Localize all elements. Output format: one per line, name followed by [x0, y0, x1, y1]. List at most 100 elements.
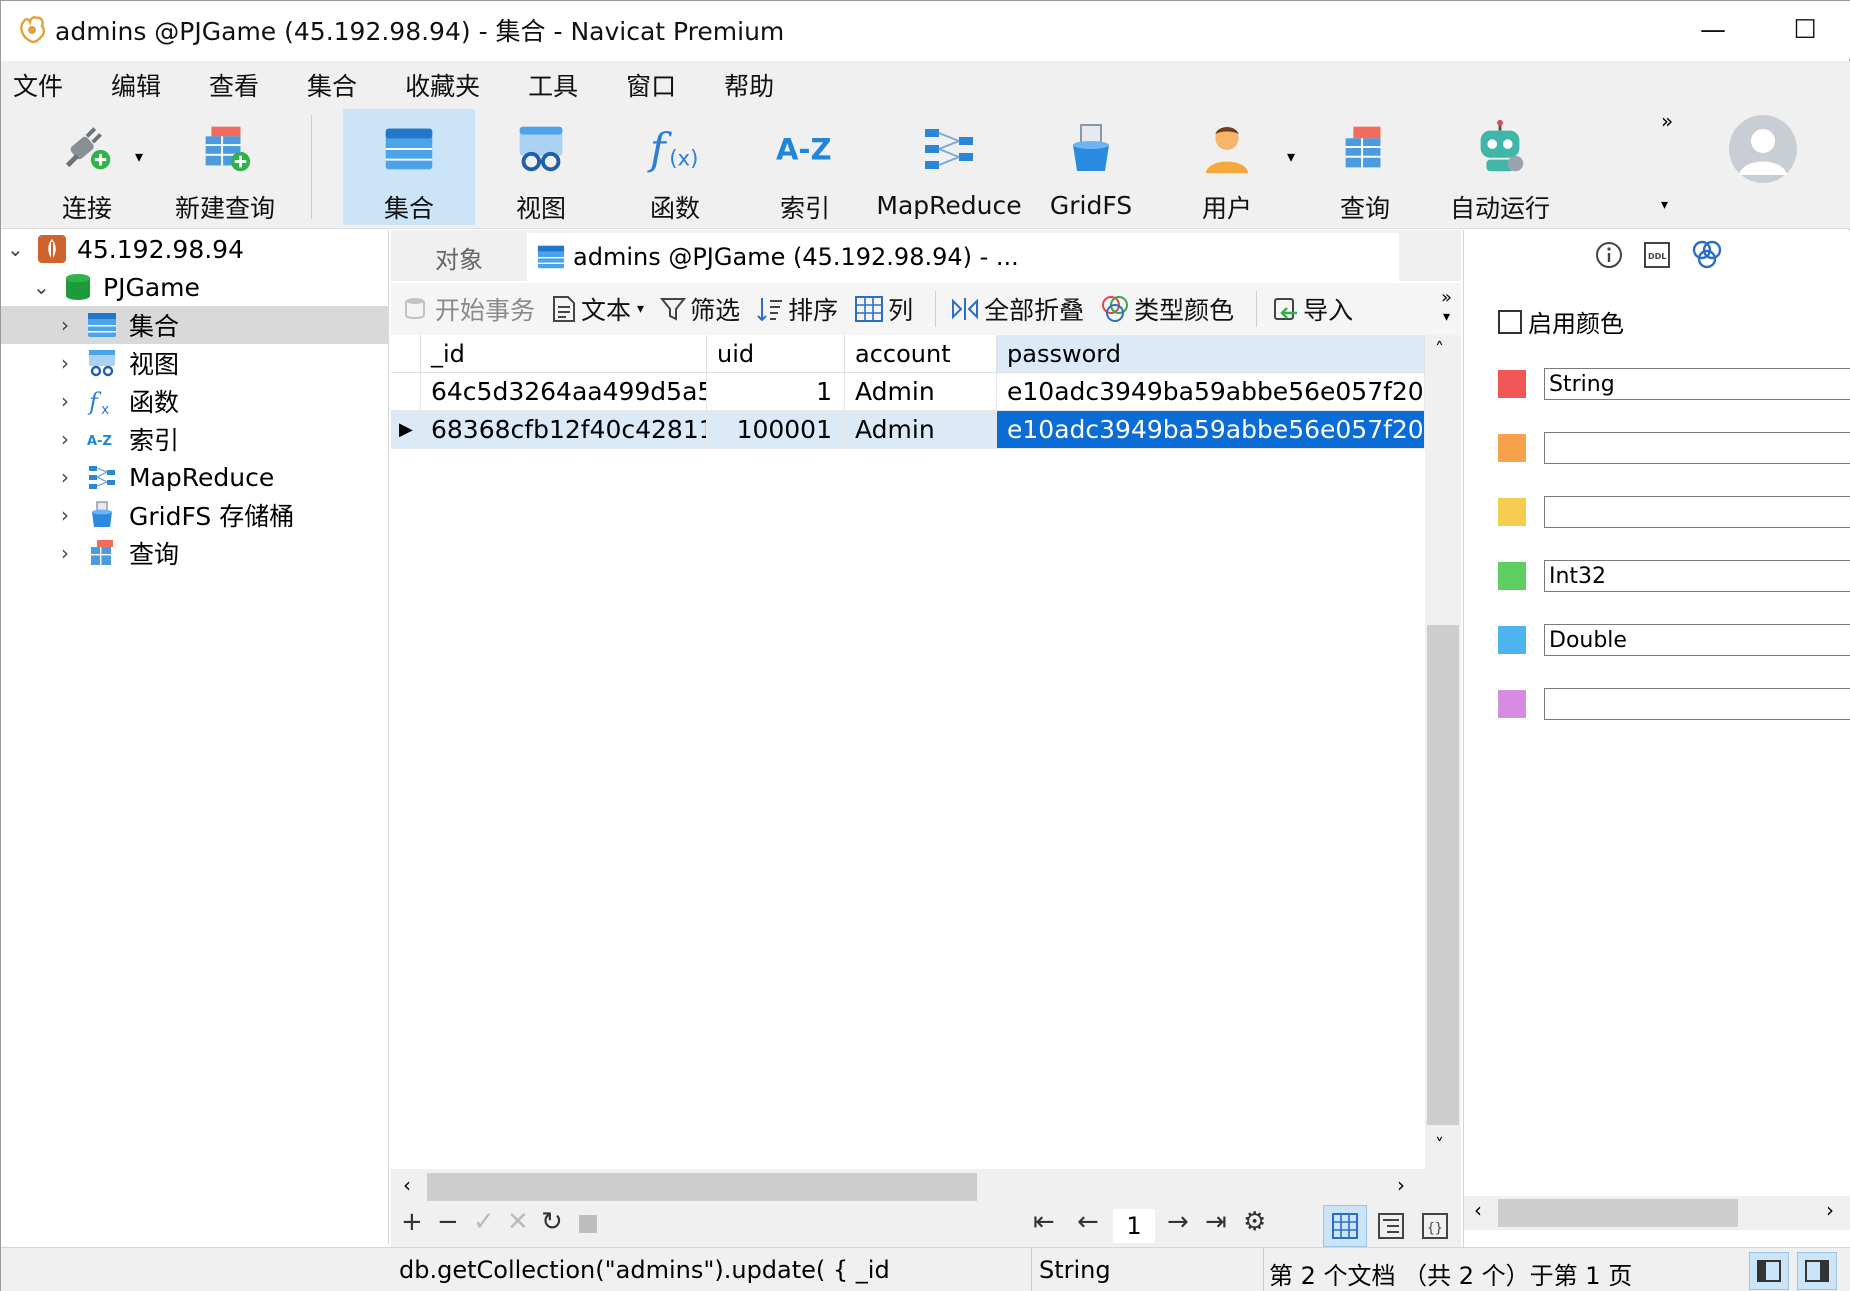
- chevron-right-icon[interactable]: ›: [61, 541, 69, 565]
- discard-changes-icon[interactable]: ✕: [507, 1207, 529, 1237]
- scroll-right-icon[interactable]: ›: [1397, 1173, 1405, 1197]
- chevron-down-icon[interactable]: ▾: [637, 301, 644, 317]
- toggle-right-pane-button[interactable]: [1797, 1252, 1837, 1290]
- scroll-up-icon[interactable]: ˄: [1435, 339, 1444, 360]
- menu-window[interactable]: 窗口: [626, 67, 676, 103]
- import-button[interactable]: 导入: [1271, 291, 1353, 327]
- horizontal-scrollbar[interactable]: ‹ ›: [1464, 1196, 1850, 1230]
- scroll-thumb[interactable]: [1498, 1199, 1738, 1227]
- table-cell[interactable]: Admin: [845, 411, 997, 449]
- stop-icon[interactable]: [579, 1215, 597, 1233]
- table-cell[interactable]: 100001: [707, 411, 845, 449]
- scroll-left-icon[interactable]: ‹: [1474, 1198, 1482, 1222]
- page-number-field[interactable]: 1: [1113, 1209, 1155, 1243]
- tab-admins-collection[interactable]: admins @PJGame (45.192.98.94) - ...: [527, 233, 1399, 281]
- grid-view-button[interactable]: [1323, 1205, 1367, 1247]
- toolbar-overflow-icon[interactable]: »: [1441, 287, 1452, 308]
- tree-item-collections[interactable]: › 集合: [1, 306, 389, 344]
- chevron-right-icon[interactable]: ›: [61, 427, 69, 451]
- menu-favorites[interactable]: 收藏夹: [405, 67, 480, 103]
- connect-dropdown-icon[interactable]: ▾: [135, 147, 143, 166]
- type-color-swatch[interactable]: [1498, 626, 1526, 654]
- type-color-button[interactable]: 类型颜色: [1100, 291, 1234, 327]
- column-header-id[interactable]: _id: [421, 335, 707, 373]
- column-header-account[interactable]: account: [845, 335, 997, 373]
- columns-button[interactable]: 列: [854, 291, 913, 327]
- function-button[interactable]: f (x) 函数: [615, 109, 735, 225]
- column-header-password[interactable]: password: [997, 335, 1425, 373]
- tree-item-queries[interactable]: › 查询: [1, 534, 389, 572]
- type-color-swatch[interactable]: [1498, 690, 1526, 718]
- type-color-swatch[interactable]: [1498, 498, 1526, 526]
- refresh-icon[interactable]: ↻: [541, 1207, 563, 1237]
- ddl-icon[interactable]: DDL: [1642, 240, 1672, 270]
- last-page-icon[interactable]: ⇥: [1205, 1207, 1227, 1237]
- type-color-swatch[interactable]: [1498, 562, 1526, 590]
- type-name-field[interactable]: [1544, 432, 1850, 464]
- table-cell[interactable]: e10adc3949ba59abbe56e057f20f88: [997, 373, 1425, 411]
- tree-item-mapreduce[interactable]: › MapReduce: [1, 458, 389, 496]
- type-color-swatch[interactable]: [1498, 434, 1526, 462]
- menu-file[interactable]: 文件: [13, 67, 63, 103]
- menu-view[interactable]: 查看: [209, 67, 259, 103]
- user-button[interactable]: 用户: [1167, 109, 1287, 225]
- apply-changes-icon[interactable]: ✓: [473, 1207, 495, 1237]
- add-record-icon[interactable]: +: [401, 1207, 423, 1237]
- menu-collection[interactable]: 集合: [307, 67, 357, 103]
- query-button[interactable]: 查询: [1305, 109, 1425, 225]
- table-cell[interactable]: 68368cfb12f40c428116d: [421, 411, 707, 449]
- vertical-scrollbar[interactable]: ˄ ˅: [1425, 335, 1461, 1169]
- scroll-down-icon[interactable]: ˅: [1435, 1135, 1444, 1156]
- row-selector[interactable]: ▶: [391, 411, 421, 449]
- menu-help[interactable]: 帮助: [724, 67, 774, 103]
- chevron-down-icon[interactable]: ▾: [1443, 309, 1450, 325]
- column-header-uid[interactable]: uid: [707, 335, 845, 373]
- sort-button[interactable]: 排序: [756, 291, 838, 327]
- chevron-right-icon[interactable]: ›: [61, 351, 69, 375]
- auto-run-button[interactable]: 自动运行: [1435, 109, 1565, 225]
- tree-item-gridfs[interactable]: › GridFS 存储桶: [1, 496, 389, 534]
- view-button[interactable]: 视图: [481, 109, 601, 225]
- info-icon[interactable]: [1594, 240, 1624, 270]
- tree-item-functions[interactable]: › f x 函数: [1, 382, 389, 420]
- tree-view-icon[interactable]: [1377, 1212, 1405, 1240]
- table-cell-selected[interactable]: e10adc3949ba59abbe56e057f20f88: [997, 411, 1425, 449]
- table-cell[interactable]: 64c5d3264aa499d5a5d8:: [421, 373, 707, 411]
- table-cell[interactable]: 1: [707, 373, 845, 411]
- toolbar-more-dropdown-icon[interactable]: ▾: [1661, 197, 1668, 213]
- first-page-icon[interactable]: ⇤: [1033, 1207, 1055, 1237]
- scroll-thumb[interactable]: [1427, 625, 1459, 1125]
- delete-record-icon[interactable]: −: [437, 1207, 459, 1237]
- toolbar-overflow-icon[interactable]: »: [1661, 109, 1673, 133]
- collection-button[interactable]: 集合: [343, 109, 475, 225]
- tree-database[interactable]: ⌄ PJGame: [1, 268, 389, 306]
- enable-color-checkbox[interactable]: [1498, 309, 1522, 334]
- chevron-right-icon[interactable]: ›: [61, 389, 69, 413]
- filter-button[interactable]: 筛选: [660, 291, 740, 327]
- minimize-button[interactable]: —: [1667, 1, 1759, 59]
- type-color-rings-icon[interactable]: [1690, 238, 1724, 272]
- gridfs-button[interactable]: GridFS: [1031, 109, 1151, 225]
- begin-transaction-button[interactable]: 开始事务: [403, 291, 535, 327]
- menu-edit[interactable]: 编辑: [111, 67, 161, 103]
- json-view-icon[interactable]: {}: [1421, 1212, 1449, 1240]
- type-name-field[interactable]: Double: [1544, 624, 1850, 656]
- chevron-right-icon[interactable]: ›: [61, 503, 69, 527]
- horizontal-scrollbar[interactable]: ‹ ›: [391, 1169, 1461, 1205]
- menu-tools[interactable]: 工具: [528, 67, 578, 103]
- tab-objects[interactable]: 对象: [391, 233, 527, 281]
- mapreduce-button[interactable]: MapReduce: [876, 109, 1022, 225]
- connect-button[interactable]: 连接: [27, 109, 147, 225]
- table-cell[interactable]: Admin: [845, 373, 997, 411]
- chevron-right-icon[interactable]: ›: [61, 465, 69, 489]
- previous-page-icon[interactable]: ←: [1077, 1207, 1099, 1237]
- tree-server[interactable]: ⌄ 45.192.98.94: [1, 230, 389, 268]
- next-page-icon[interactable]: →: [1167, 1207, 1189, 1237]
- scroll-left-icon[interactable]: ‹: [403, 1173, 411, 1197]
- new-query-button[interactable]: 新建查询: [157, 109, 293, 225]
- chevron-right-icon[interactable]: ›: [61, 313, 69, 337]
- type-name-field[interactable]: String: [1544, 368, 1850, 400]
- text-view-button[interactable]: 文本 ▾: [551, 291, 644, 327]
- maximize-button[interactable]: ☐: [1759, 1, 1850, 59]
- chevron-down-icon[interactable]: ⌄: [7, 237, 24, 261]
